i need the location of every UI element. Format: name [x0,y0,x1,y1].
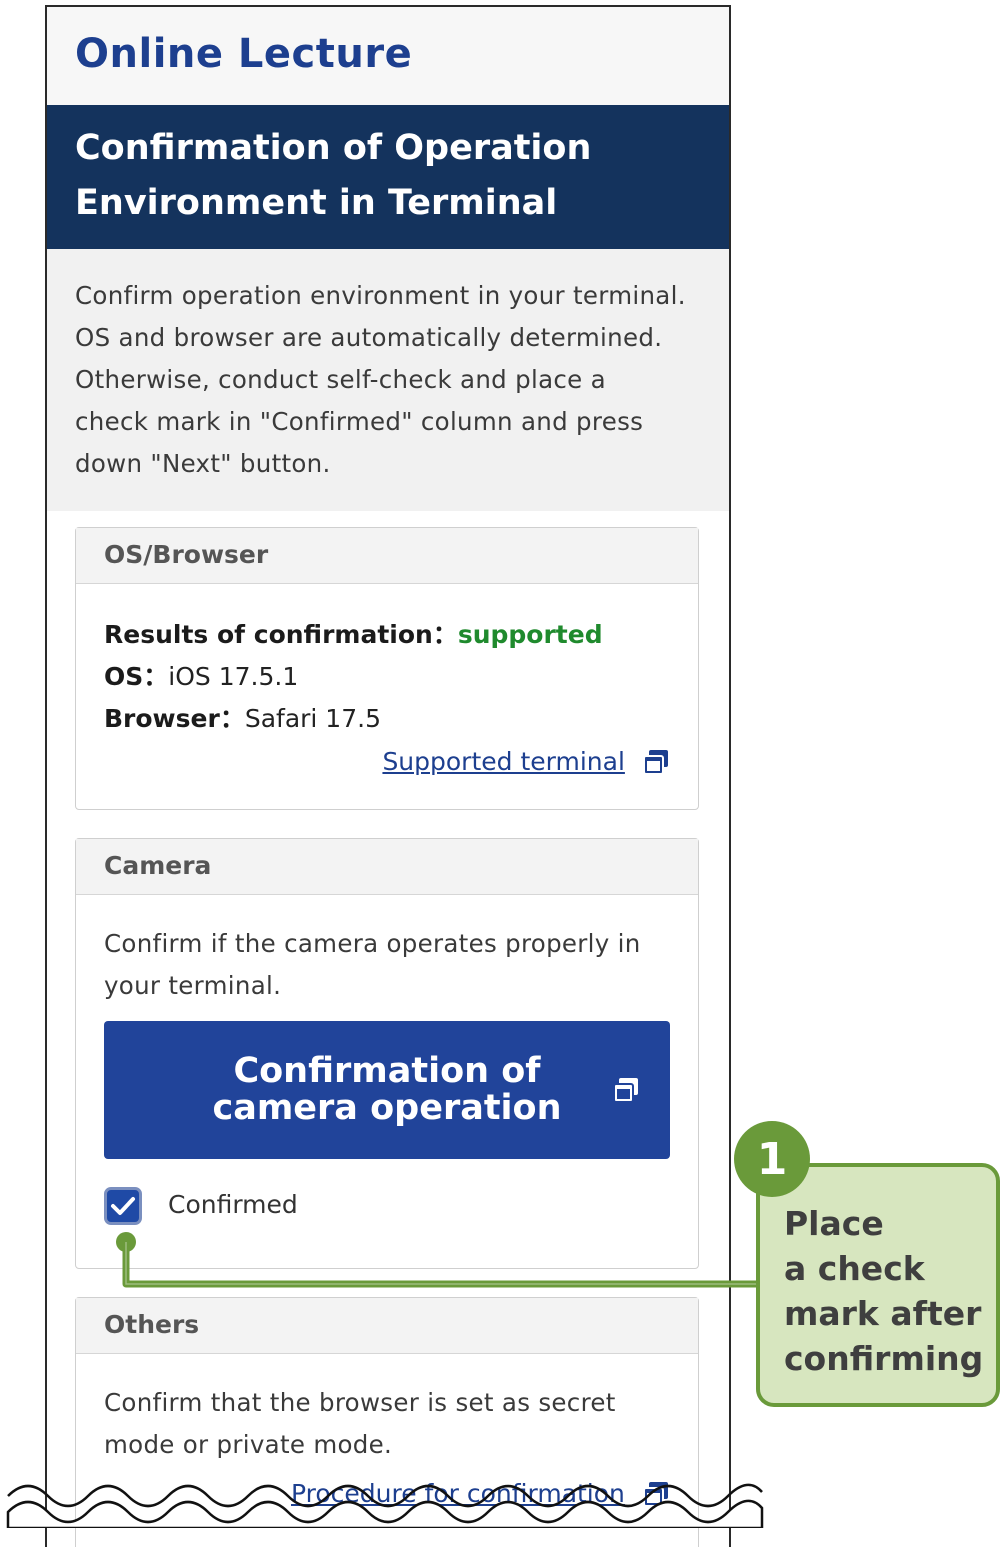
external-window-icon [612,1075,640,1112]
phone-screen: Online Lecture Confirmation of Operation… [45,5,731,1547]
intro-line: check mark in "Confirmed" column and pre… [75,407,644,436]
supported-terminal-row: Supported terminal [104,740,670,793]
confirmed-checkbox[interactable] [104,1187,142,1225]
callout-line: confirming [784,1339,984,1378]
intro-line: OS and browser are automatically determi… [75,323,663,352]
external-window-icon[interactable] [642,748,670,793]
os-row: OS：iOS 17.5.1 [104,656,670,698]
camera-line1: Confirm if the camera operates properly … [104,929,641,958]
os-value: iOS 17.5.1 [168,662,299,691]
others-header: Others [76,1298,698,1354]
camera-confirm-button[interactable]: Confirmation of camera operation [104,1021,670,1159]
confirmed-label: Confirmed [168,1189,298,1219]
camera-header: Camera [76,839,698,895]
supported-terminal-link[interactable]: Supported terminal [382,747,624,776]
page-title-line2: Environment in Terminal [75,183,558,223]
callout-line: Place [784,1204,884,1243]
result-label: Results of confirmation： [104,620,458,649]
intro-line: Otherwise, conduct self-check and place … [75,365,606,394]
intro-line: down "Next" button. [75,449,331,478]
browser-value: Safari 17.5 [244,704,381,733]
others-line1: Confirm that the browser is set as secre… [104,1388,616,1417]
os-browser-body: Results of confirmation：supported OS：iOS… [76,584,698,793]
cutoff-wave [6,1483,764,1528]
page-title-line1: Confirmation of Operation [75,128,592,168]
others-line2: mode or private mode. [104,1430,393,1459]
app-title: Online Lecture [75,31,413,77]
result-value: supported [457,620,603,649]
browser-row: Browser：Safari 17.5 [104,698,670,740]
intro-line: Confirm operation environment in your te… [75,281,686,310]
intro-text: Confirm operation environment in your te… [47,249,729,511]
confirmed-row: Confirmed [104,1187,670,1225]
browser-label: Browser： [104,704,245,733]
page-title: Confirmation of Operation Environment in… [47,105,729,249]
camera-button-line2: camera operation [212,1088,562,1128]
callout-number-badge: 1 [734,1121,810,1197]
os-browser-panel: OS/Browser Results of confirmation：suppo… [75,527,699,810]
camera-button-line1: Confirmation of [233,1051,541,1091]
callout-line: a check [784,1249,925,1288]
camera-panel: Camera Confirm if the camera operates pr… [75,838,699,1269]
callout-line: mark after [784,1294,982,1333]
result-row: Results of confirmation：supported [104,614,670,656]
camera-body: Confirm if the camera operates properly … [76,895,698,1225]
app-header: Online Lecture [47,7,729,105]
callout-box: Place a check mark after confirming [756,1163,1000,1407]
camera-line2: your terminal. [104,971,282,1000]
os-label: OS： [104,662,169,691]
checkmark-icon [111,1197,135,1215]
os-browser-header: OS/Browser [76,528,698,584]
